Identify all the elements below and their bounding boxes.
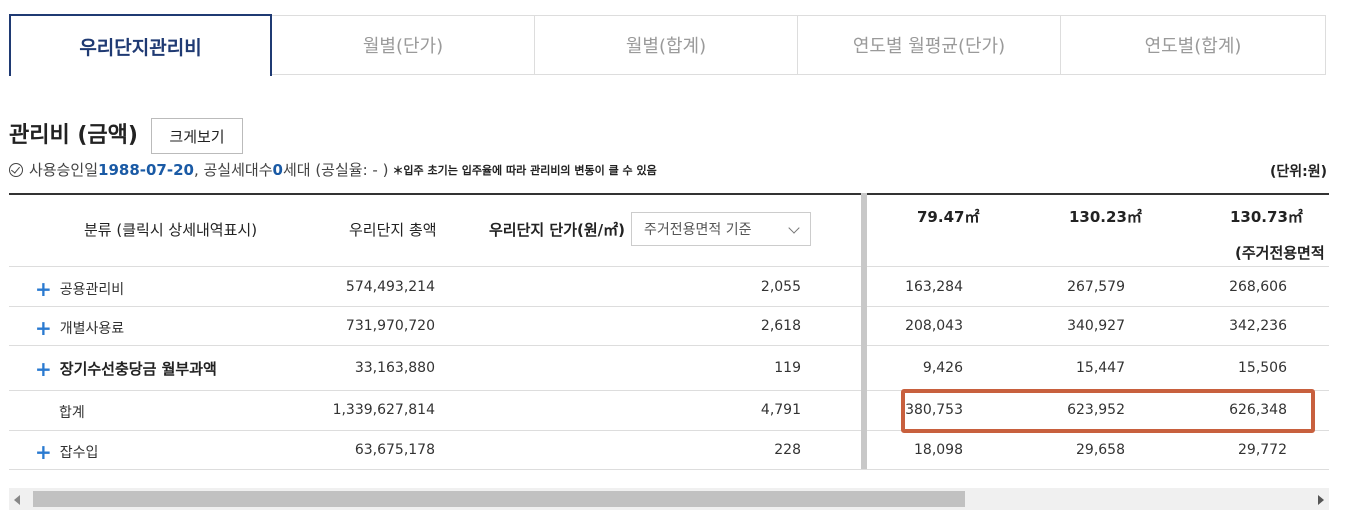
row-label: 개별사용료 [59, 321, 125, 337]
info-suffix: 세대 (공실율: - ) [282, 161, 389, 179]
tab-yearly-total[interactable]: 연도별(합계) [1061, 15, 1326, 75]
row-total: 731,970,720 [345, 318, 435, 334]
tab-our-complex-fee[interactable]: 우리단지관리비 [9, 14, 272, 76]
chevron-down-icon [788, 222, 800, 234]
tab-monthly-total[interactable]: 월별(합계) [535, 15, 798, 75]
row-area-1: 163,284 [905, 279, 963, 295]
row-total: 33,163,880 [354, 360, 435, 376]
row-area-3: 15,506 [1238, 360, 1287, 376]
row-label: 장기수선충당금 월부과액 [59, 360, 217, 378]
table-row-common-fee[interactable]: + 공용관리비 [35, 277, 124, 301]
highlight-box [901, 389, 1315, 433]
frozen-column-divider [861, 193, 867, 469]
complex-info: 사용승인일 1988-07-20 , 공실세대수 0 세대 (공실율: - ) … [9, 159, 657, 180]
row-area-1: 208,043 [905, 318, 963, 334]
row-divider [9, 345, 1329, 346]
plus-icon: + [35, 440, 52, 464]
approval-date: 1988-07-20 [98, 160, 194, 179]
row-unit-price: 2,055 [760, 279, 801, 295]
tab-monthly-unit[interactable]: 월별(단가) [272, 15, 535, 75]
row-area-2: 267,579 [1067, 279, 1125, 295]
area-basis-select[interactable]: 주거전용면적 기준 [631, 212, 811, 246]
row-total: 574,493,214 [345, 279, 435, 295]
row-total: 63,675,178 [354, 442, 435, 458]
table-row-individual-fee[interactable]: + 개별사용료 [35, 316, 124, 340]
row-unit-price: 228 [774, 442, 801, 458]
table-top-border [9, 193, 1329, 195]
header-area-3-sub: (주거전용면적 [1235, 244, 1325, 262]
scroll-right-icon[interactable] [1318, 495, 1324, 505]
unit-label: (단위:원) [1269, 164, 1327, 180]
row-area-2: 29,658 [1076, 442, 1125, 458]
info-prefix: 사용승인일 [29, 161, 99, 179]
check-circle-icon [9, 162, 23, 177]
table-row-misc-income[interactable]: + 잡수입 [35, 440, 98, 464]
zoom-button[interactable]: 크게보기 [151, 118, 243, 154]
horizontal-scrollbar[interactable] [9, 488, 1329, 510]
area-basis-select-value: 주거전용면적 기준 [644, 222, 752, 238]
header-area-1: 79.47㎡ [917, 208, 980, 226]
plus-icon: + [35, 277, 52, 301]
row-label: 합계 [59, 405, 85, 421]
row-area-3: 268,606 [1229, 279, 1287, 295]
plus-icon: + [35, 357, 52, 381]
row-area-3: 29,772 [1238, 442, 1287, 458]
scroll-left-icon[interactable] [14, 495, 20, 505]
row-unit-price: 2,618 [760, 318, 801, 334]
row-divider [9, 306, 1329, 307]
row-unit-price: 4,791 [760, 402, 801, 418]
table-row-long-term-repair[interactable]: + 장기수선충당금 월부과액 [35, 357, 217, 381]
header-unit-price: 우리단지 단가(원/㎡) [489, 221, 626, 239]
row-label: 잡수입 [59, 445, 99, 461]
row-area-1: 9,426 [922, 360, 963, 376]
info-middle: , 공실세대수 [193, 161, 273, 179]
section-title: 관리비 (금액) [9, 123, 138, 148]
row-area-2: 15,447 [1076, 360, 1125, 376]
header-area-2: 130.23㎡ [1069, 208, 1142, 226]
row-total: 1,339,627,814 [332, 402, 435, 418]
row-area-1: 18,098 [914, 442, 963, 458]
tab-bar: 우리단지관리비 월별(단가) 월별(합계) 연도별 월평균(단가) 연도별(합계… [9, 14, 1326, 76]
row-area-3: 342,236 [1229, 318, 1287, 334]
vacant-count: 0 [272, 160, 283, 179]
scrollbar-thumb[interactable] [33, 491, 965, 507]
tab-yearly-monthly-average[interactable]: 연도별 월평균(단가) [798, 15, 1061, 75]
plus-icon: + [35, 316, 52, 340]
table-row-sum: 합계 [59, 402, 85, 422]
row-label: 공용관리비 [59, 282, 125, 298]
row-unit-price: 119 [774, 360, 801, 376]
header-divider [9, 266, 1329, 267]
row-divider [9, 469, 1329, 470]
move-in-note: ＊입주 초기는 입주율에 따라 관리비의 변동이 클 수 있음 [392, 163, 657, 177]
row-area-2: 340,927 [1067, 318, 1125, 334]
